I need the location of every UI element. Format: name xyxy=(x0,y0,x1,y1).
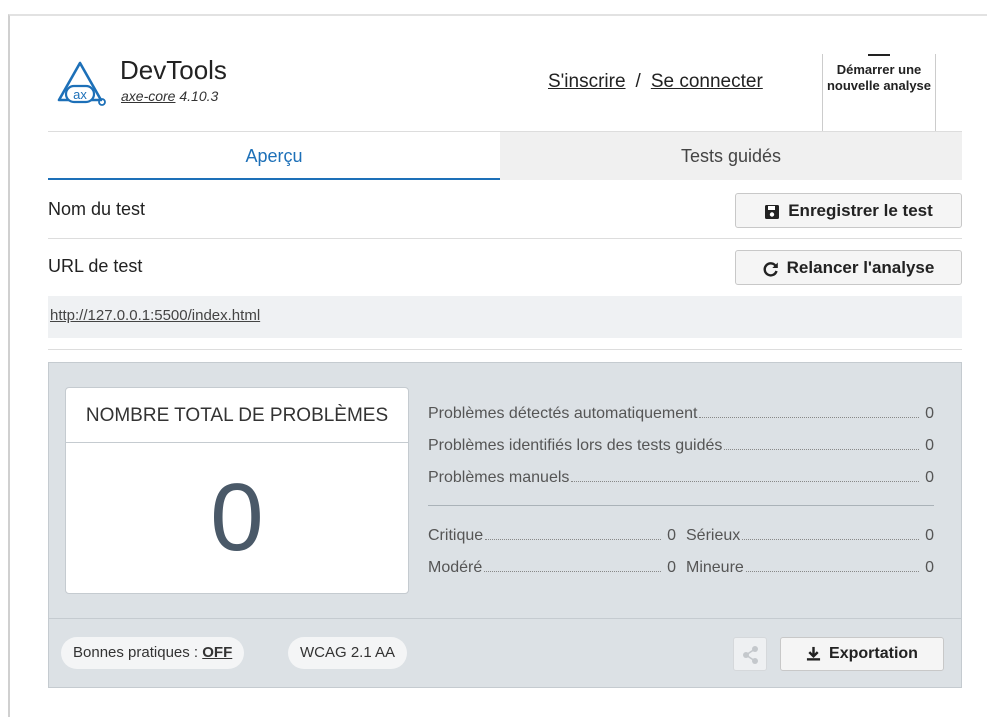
stat-manual-value: 0 xyxy=(925,469,934,486)
export-label: Exportation xyxy=(829,645,918,662)
stat-automatic-label: Problèmes détectés automatiquement xyxy=(428,405,698,422)
app-title: DevTools xyxy=(120,55,227,85)
stat-manual: Problèmes manuels 0 xyxy=(428,469,934,487)
stat-guided: Problèmes identifiés lors des tests guid… xyxy=(428,437,934,455)
total-issues-title: NOMBRE TOTAL DE PROBLÈMES xyxy=(66,388,408,443)
refresh-icon xyxy=(763,261,778,277)
logo-text: ax xyxy=(73,87,87,102)
panel-footer-divider xyxy=(48,618,962,619)
export-button[interactable]: Exportation xyxy=(780,637,944,671)
stat-guided-value: 0 xyxy=(925,437,934,454)
section-divider xyxy=(48,349,962,350)
save-test-label: Enregistrer le test xyxy=(788,201,933,220)
wcag-standard-badge[interactable]: WCAG 2.1 AA xyxy=(288,637,408,669)
stat-moderate-value: 0 xyxy=(667,559,676,576)
row-divider xyxy=(48,238,962,239)
best-practices-toggle[interactable]: Bonnes pratiques : OFF xyxy=(61,637,245,669)
axe-logo-icon: ax xyxy=(57,61,106,106)
test-url-label: URL de test xyxy=(48,256,143,276)
stat-critical: Critique 0 xyxy=(428,527,676,545)
auth-separator: / xyxy=(635,71,641,92)
floppy-disk-icon xyxy=(765,204,780,219)
signup-link[interactable]: S'inscrire xyxy=(548,71,626,92)
tab-guided-tests[interactable]: Tests guidés xyxy=(500,132,962,180)
axe-core-link[interactable]: axe-core xyxy=(121,88,175,104)
stat-guided-label: Problèmes identifiés lors des tests guid… xyxy=(428,437,723,454)
stat-critical-value: 0 xyxy=(667,527,676,544)
total-issues-count: 0 xyxy=(210,464,264,571)
stat-manual-label: Problèmes manuels xyxy=(428,469,570,486)
share-icon xyxy=(743,646,758,664)
rerun-analysis-label: Relancer l'analyse xyxy=(786,258,935,277)
stat-automatic-value: 0 xyxy=(925,405,934,422)
new-scan-button[interactable]: Démarrer une nouvelle analyse xyxy=(822,54,936,132)
stat-automatic: Problèmes détectés automatiquement 0 xyxy=(428,405,934,423)
stat-serious-label: Sérieux xyxy=(686,527,741,544)
total-issues-card: NOMBRE TOTAL DE PROBLÈMES 0 xyxy=(65,387,409,594)
login-link[interactable]: Se connecter xyxy=(651,71,763,92)
stat-moderate-label: Modéré xyxy=(428,559,483,576)
save-test-button[interactable]: Enregistrer le test xyxy=(735,193,962,228)
rerun-analysis-button[interactable]: Relancer l'analyse xyxy=(735,250,962,285)
stat-minor-value: 0 xyxy=(925,559,934,576)
stat-minor: Mineure 0 xyxy=(686,559,934,577)
stat-serious: Sérieux 0 xyxy=(686,527,934,545)
share-button[interactable] xyxy=(733,637,767,671)
stats-divider xyxy=(428,505,934,506)
test-url-link[interactable]: http://127.0.0.1:5500/index.html xyxy=(50,307,260,324)
tab-overview[interactable]: Aperçu xyxy=(48,132,500,180)
stat-serious-value: 0 xyxy=(925,527,934,544)
best-practices-value: OFF xyxy=(202,644,233,661)
version-number: 4.10.3 xyxy=(179,88,219,104)
stat-critical-label: Critique xyxy=(428,527,484,544)
test-name-label: Nom du test xyxy=(48,199,146,219)
download-icon xyxy=(806,647,821,661)
best-practices-label: Bonnes pratiques : xyxy=(73,644,199,661)
stat-minor-label: Mineure xyxy=(686,559,744,576)
stat-moderate: Modéré 0 xyxy=(428,559,676,577)
auth-links: S'inscrire / Se connecter xyxy=(548,71,763,93)
engine-version: axe-core 4.10.3 xyxy=(121,88,218,104)
